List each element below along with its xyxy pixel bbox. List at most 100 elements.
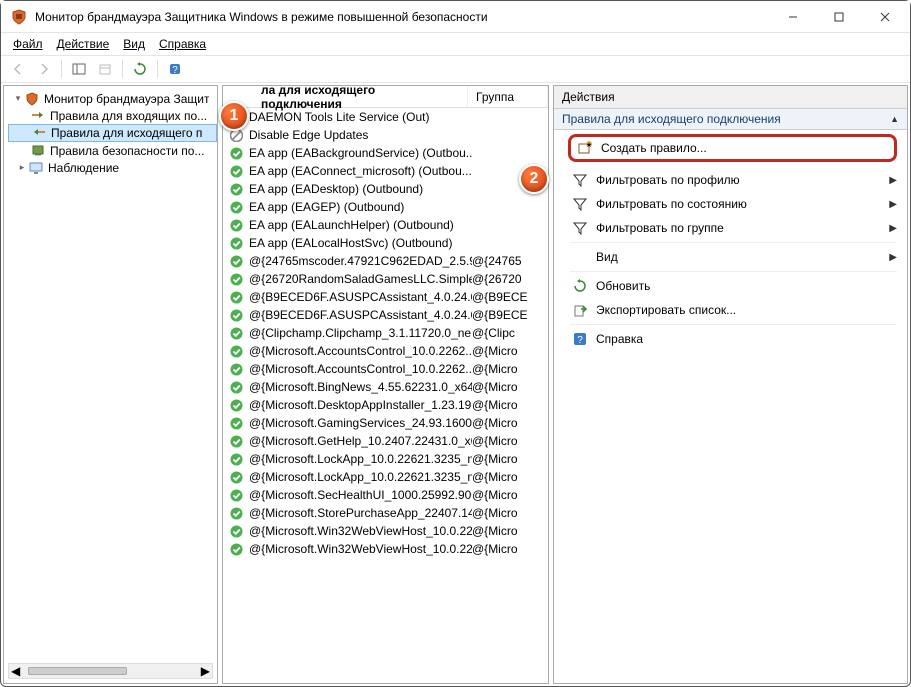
rule-row[interactable]: @{B9ECED6F.ASUSPCAssistant_4.0.24.0_x...… xyxy=(223,288,548,306)
svg-text:?: ? xyxy=(577,335,583,346)
rule-row[interactable]: @{B9ECED6F.ASUSPCAssistant_4.0.24.0_x...… xyxy=(223,306,548,324)
action-help[interactable]: ? Справка xyxy=(554,327,907,351)
filter-icon xyxy=(572,196,588,212)
rule-row[interactable]: @{Microsoft.LockApp_10.0.22621.3235_n...… xyxy=(223,468,548,486)
allow-icon xyxy=(229,236,243,250)
rule-row[interactable]: @{Microsoft.AccountsControl_10.0.2262...… xyxy=(223,360,548,378)
menu-view[interactable]: Вид xyxy=(117,35,151,53)
firewall-icon xyxy=(24,91,40,107)
allow-icon xyxy=(229,398,243,412)
tree-outbound-label: Правила для исходящего п xyxy=(51,126,202,140)
action-filter-state-label: Фильтровать по состоянию xyxy=(596,197,889,211)
titlebar: Монитор брандмауэра Защитника Windows в … xyxy=(1,1,910,33)
actions-subheader[interactable]: Правила для исходящего подключения ▲ xyxy=(554,109,907,130)
rule-name: EA app (EALocalHostSvc) (Outbound) xyxy=(249,236,472,250)
tree-pane: ▾ Монитор брандмауэра Защит Правила для … xyxy=(3,85,218,684)
tree-security-rules[interactable]: Правила безопасности по... xyxy=(8,142,217,159)
allow-icon xyxy=(229,506,243,520)
rule-name: @{B9ECED6F.ASUSPCAssistant_4.0.24.0_x... xyxy=(249,290,472,304)
rule-name: EA app (EAGEP) (Outbound) xyxy=(249,200,472,214)
rule-name: @{26720RandomSaladGamesLLC.Simple... xyxy=(249,272,472,286)
rule-row[interactable]: @{24765mscoder.47921C962EDAD_2.5.9....@{… xyxy=(223,252,548,270)
action-filter-group[interactable]: Фильтровать по группе ▶ xyxy=(554,216,907,240)
allow-icon xyxy=(229,362,243,376)
inbound-icon xyxy=(30,108,46,124)
tree-inbound-label: Правила для входящих по... xyxy=(50,109,207,123)
maximize-button[interactable] xyxy=(816,1,862,33)
tree-monitoring[interactable]: ▸ Наблюдение xyxy=(8,159,217,176)
annotation-1: 1 xyxy=(219,101,249,131)
rule-row[interactable]: EA app (EALaunchHelper) (Outbound) xyxy=(223,216,548,234)
rules-list[interactable]: DAEMON Tools Lite Service (Out)Disable E… xyxy=(223,108,548,683)
rule-row[interactable]: @{Microsoft.LockApp_10.0.22621.3235_n...… xyxy=(223,450,548,468)
toolbar-refresh[interactable] xyxy=(129,58,151,80)
rule-row[interactable]: EA app (EABackgroundService) (Outbou... xyxy=(223,144,548,162)
minimize-button[interactable] xyxy=(770,1,816,33)
rule-group: @{Micro xyxy=(472,452,542,466)
action-filter-state[interactable]: Фильтровать по состоянию ▶ xyxy=(554,192,907,216)
toolbar-back[interactable] xyxy=(7,58,29,80)
allow-icon xyxy=(229,182,243,196)
action-new-rule-label: Создать правило... xyxy=(601,141,884,155)
rule-group: @{Micro xyxy=(472,488,542,502)
submenu-icon: ▶ xyxy=(889,252,897,263)
action-refresh[interactable]: Обновить xyxy=(554,274,907,298)
collapse-icon: ▲ xyxy=(890,114,899,124)
rule-group: @{26720 xyxy=(472,272,542,286)
allow-icon xyxy=(229,434,243,448)
action-filter-profile-label: Фильтровать по профилю xyxy=(596,173,889,187)
rule-name: @{Clipchamp.Clipchamp_3.1.11720.0_ne... xyxy=(249,326,472,340)
monitor-icon xyxy=(28,160,44,176)
rule-row[interactable]: DAEMON Tools Lite Service (Out) xyxy=(223,108,548,126)
action-refresh-label: Обновить xyxy=(596,279,897,293)
tree-horizontal-scrollbar[interactable]: ◀▶ xyxy=(8,663,213,679)
rule-row[interactable]: Disable Edge Updates xyxy=(223,126,548,144)
rule-row[interactable]: EA app (EAGEP) (Outbound) xyxy=(223,198,548,216)
column-group[interactable]: Группа xyxy=(468,86,548,107)
allow-icon xyxy=(229,326,243,340)
allow-icon xyxy=(229,344,243,358)
rule-row[interactable]: @{Microsoft.DesktopAppInstaller_1.23.19.… xyxy=(223,396,548,414)
allow-icon xyxy=(229,146,243,160)
app-icon xyxy=(11,9,27,25)
action-new-rule[interactable]: ★ Создать правило... xyxy=(568,134,897,162)
rule-row[interactable]: @{Microsoft.AccountsControl_10.0.2262...… xyxy=(223,342,548,360)
rule-name: @{Microsoft.StorePurchaseApp_22407.14... xyxy=(249,506,472,520)
allow-icon xyxy=(229,542,243,556)
column-name[interactable]: ла для исходящего подключения xyxy=(261,85,459,111)
tree-root[interactable]: ▾ Монитор брандмауэра Защит xyxy=(8,90,217,107)
toolbar-forward[interactable] xyxy=(33,58,55,80)
menu-file[interactable]: Файл xyxy=(7,35,49,53)
action-export[interactable]: Экспортировать список... xyxy=(554,298,907,322)
rule-row[interactable]: @{Microsoft.Win32WebViewHost_10.0.22...@… xyxy=(223,522,548,540)
submenu-icon: ▶ xyxy=(889,175,897,186)
toolbar-show-tree[interactable] xyxy=(68,58,90,80)
rule-row[interactable]: @{26720RandomSaladGamesLLC.Simple...@{26… xyxy=(223,270,548,288)
rule-row[interactable]: EA app (EALocalHostSvc) (Outbound) xyxy=(223,234,548,252)
rule-row[interactable]: EA app (EADesktop) (Outbound) xyxy=(223,180,548,198)
rule-row[interactable]: @{Microsoft.GetHelp_10.2407.22431.0_x6..… xyxy=(223,432,548,450)
rule-row[interactable]: EA app (EAConnect_microsoft) (Outbou... xyxy=(223,162,548,180)
rule-name: @{B9ECED6F.ASUSPCAssistant_4.0.24.0_x... xyxy=(249,308,472,322)
rule-row[interactable]: @{Microsoft.SecHealthUI_1000.25992.900..… xyxy=(223,486,548,504)
toolbar-help[interactable]: ? xyxy=(164,58,186,80)
rule-row[interactable]: @{Clipchamp.Clipchamp_3.1.11720.0_ne...@… xyxy=(223,324,548,342)
rule-row[interactable]: @{Microsoft.StorePurchaseApp_22407.14...… xyxy=(223,504,548,522)
tree-outbound-rules[interactable]: Правила для исходящего п xyxy=(8,124,217,142)
menu-help[interactable]: Справка xyxy=(153,35,212,53)
rule-row[interactable]: @{Microsoft.BingNews_4.55.62231.0_x64...… xyxy=(223,378,548,396)
action-filter-profile[interactable]: Фильтровать по профилю ▶ xyxy=(554,168,907,192)
rule-row[interactable]: @{Microsoft.Win32WebViewHost_10.0.22...@… xyxy=(223,540,548,558)
action-view[interactable]: Вид ▶ xyxy=(554,245,907,269)
rule-row[interactable]: @{Microsoft.GamingServices_24.93.1600...… xyxy=(223,414,548,432)
tree-inbound-rules[interactable]: Правила для входящих по... xyxy=(8,107,217,124)
rule-name: @{Microsoft.Win32WebViewHost_10.0.22... xyxy=(249,542,472,556)
allow-icon xyxy=(229,452,243,466)
export-icon xyxy=(572,302,588,318)
tree-monitor-label: Наблюдение xyxy=(48,161,119,175)
toolbar-props[interactable] xyxy=(94,58,116,80)
menu-action[interactable]: Действие xyxy=(51,35,116,53)
rule-group: @{Micro xyxy=(472,524,542,538)
rule-group: @{Micro xyxy=(472,362,542,376)
close-button[interactable] xyxy=(862,1,908,33)
